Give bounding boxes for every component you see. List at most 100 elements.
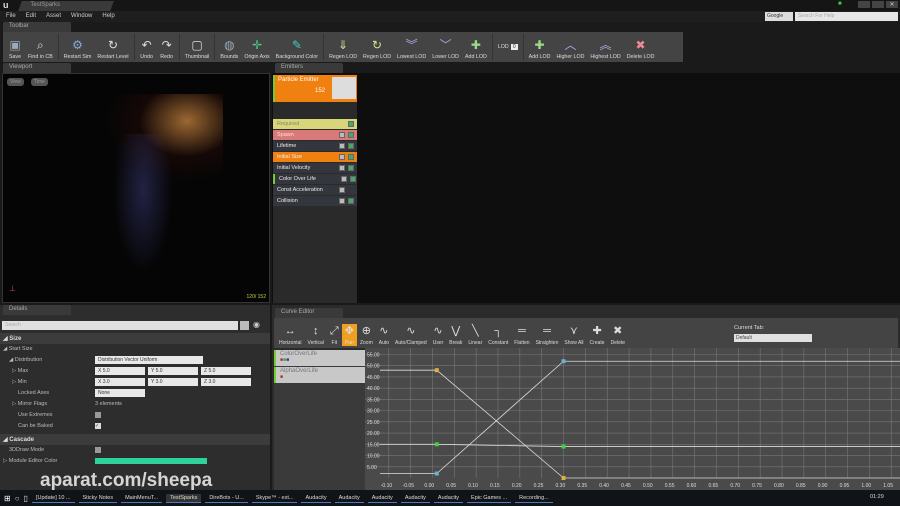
details-tab[interactable]: Details [3,305,71,315]
enable-checkbox[interactable] [348,132,354,138]
add-lod-up-button[interactable]: ✚ Add LOD [526,38,554,60]
taskbar-item[interactable]: Audacity [400,494,430,503]
curve-item-color-over-life[interactable]: ColorOverLife ■■■ [274,350,365,366]
taskbar-item[interactable]: [Update] 10 ... [31,494,75,503]
grid-view-icon[interactable] [240,321,249,330]
viewport-tab[interactable]: Viewport [3,63,71,73]
max-z-input[interactable]: Z 5.0 [201,367,251,375]
curve-fit-button[interactable]: ⤢ Fit [327,324,342,346]
max-y-input[interactable]: Y 5.0 [148,367,198,375]
module-item[interactable]: Lifetime [273,141,357,151]
time-button[interactable]: Time [31,78,48,86]
curve-item-alpha-over-life[interactable]: AlphaOverLife ■ [274,367,365,383]
taskbar-item[interactable]: Audacity [334,494,364,503]
max-x-input[interactable]: X 5.0 [95,367,145,375]
module-color-swatch[interactable] [95,458,207,464]
current-tab-dropdown[interactable]: Default [734,334,812,342]
menu-edit[interactable]: Edit [26,13,36,20]
save-button[interactable]: ▣ Save [5,38,25,60]
curve-graph[interactable]: -0.10 -0.05 0.00 0.05 0.10 0.15 0.20 0.25 0.30 0.… [365,348,900,490]
curve-break-button[interactable]: ⋁ Break [446,324,465,346]
module-item[interactable]: Color Over Life [273,174,357,184]
find-in-cb-button[interactable]: ⌕ Find in CB [25,38,56,60]
enable-checkbox[interactable] [350,176,356,182]
enable-checkbox[interactable] [348,154,354,160]
curve-vertical-button[interactable]: ↕ Vertical [305,324,327,346]
curve-toggle-checkbox[interactable] [339,154,345,160]
enable-checkbox[interactable] [348,198,354,204]
regen-lod-2-button[interactable]: ↻ Regen LOD [360,38,394,60]
menu-asset[interactable]: Asset [46,13,61,20]
taskbar-item[interactable]: Audacity [367,494,397,503]
maximize-button[interactable] [872,1,884,8]
highest-lod-button[interactable]: ︽ Highest LOD [587,38,623,60]
enable-checkbox[interactable] [348,165,354,171]
curve-flatten-button[interactable]: ═ Flatten [511,324,532,346]
minimize-button[interactable] [858,1,870,8]
module-item[interactable]: Const Acceleration [273,185,357,195]
undo-button[interactable]: ↶ Undo [137,38,157,60]
curve-constant-button[interactable]: ┐ Constant [485,324,511,346]
enable-checkbox[interactable] [348,121,354,127]
redo-button[interactable]: ↷ Redo [157,38,177,60]
curve-editor-tab[interactable]: Curve Editor [275,308,343,318]
taskbar-item[interactable]: MainMenuT... [121,494,163,503]
can-be-baked-checkbox[interactable]: ✓ [95,423,101,429]
search-circle-icon[interactable]: ○ [15,494,20,503]
curve-toggle-checkbox[interactable] [339,132,345,138]
view-button[interactable]: View [7,78,24,86]
taskbar-item[interactable]: Skype™ - ext... [251,494,298,503]
module-item[interactable]: Spawn [273,130,357,140]
help-search-input[interactable]: Search For Help [795,12,898,21]
curve-pan-button[interactable]: ✥ Pan [341,324,357,346]
curve-create-button[interactable]: ✚ Create [587,324,608,346]
taskbar-item[interactable]: TestSparks [166,493,202,503]
module-item[interactable]: Initial Size [273,152,357,162]
module-item[interactable]: Initial Velocity [273,163,357,173]
lowest-lod-button[interactable]: ︾ Lowest LOD [394,38,429,60]
emitters-tab[interactable]: Emitters [275,63,343,73]
taskbar-item[interactable]: DireBots - U... [205,494,248,503]
curve-toggle-checkbox[interactable] [339,187,345,193]
lower-lod-button[interactable]: ﹀ Lower LOD [429,38,462,60]
background-color-button[interactable]: ✎ Background Color [273,38,321,60]
restart-sim-button[interactable]: ⚙ Restart Sim [61,38,95,60]
eye-icon[interactable]: ◉ [253,320,260,329]
module-item[interactable]: Collision [273,196,357,206]
min-y-input[interactable]: Y 3.0 [148,378,198,386]
curve-horizontal-button[interactable]: ↔ Horizontal [276,324,305,346]
close-button[interactable]: ✕ [886,1,898,8]
origin-axis-button[interactable]: ✛ Origin Axis [241,38,272,60]
curve-delete-button[interactable]: ✖ Delete [608,324,628,346]
emitter-header[interactable]: Particle Emitter 152 [273,75,357,102]
curve-toggle-checkbox[interactable] [339,143,345,149]
thumbnail-button[interactable]: ▢ Thumbnail [182,38,213,60]
cascade-section-header[interactable]: ◢ Cascade [0,434,270,445]
curve-user-button[interactable]: ∿ User [430,324,447,346]
menu-file[interactable]: File [6,13,16,20]
restart-level-button[interactable]: ↻ Restart Level [94,38,131,60]
curve-auto-clamped-button[interactable]: ∿ Auto/Clamped [392,324,430,346]
document-tab[interactable]: TestSparks [18,1,114,11]
higher-lod-button[interactable]: ︿ Higher LOD [553,38,587,60]
curve-toggle-checkbox[interactable] [341,176,347,182]
task-view-icon[interactable]: ▯ [24,494,28,503]
taskbar-item[interactable]: Recording... [515,494,553,503]
details-search-input[interactable]: Search [2,321,238,330]
curve-linear-button[interactable]: ╲ Linear [465,324,485,346]
enable-checkbox[interactable] [348,143,354,149]
menu-help[interactable]: Help [102,13,114,20]
curve-toggle-checkbox[interactable] [339,198,345,204]
use-extremes-checkbox[interactable] [95,412,101,418]
size-section-header[interactable]: ◢ Size [0,333,270,344]
module-item[interactable]: Required [273,119,357,129]
curve-auto-button[interactable]: ∿ Auto [376,324,392,346]
windows-start-icon[interactable]: ⊞ [4,494,11,503]
lod-input[interactable]: 0 [510,44,518,50]
delete-lod-button[interactable]: ✖ Delete LOD [624,38,658,60]
curve-toggle-checkbox[interactable] [339,165,345,171]
add-lod-button[interactable]: ✚ Add LOD [462,38,490,60]
locked-axes-dropdown[interactable]: None [95,389,145,397]
menu-window[interactable]: Window [71,13,92,20]
taskbar-item[interactable]: Audacity [433,494,464,503]
